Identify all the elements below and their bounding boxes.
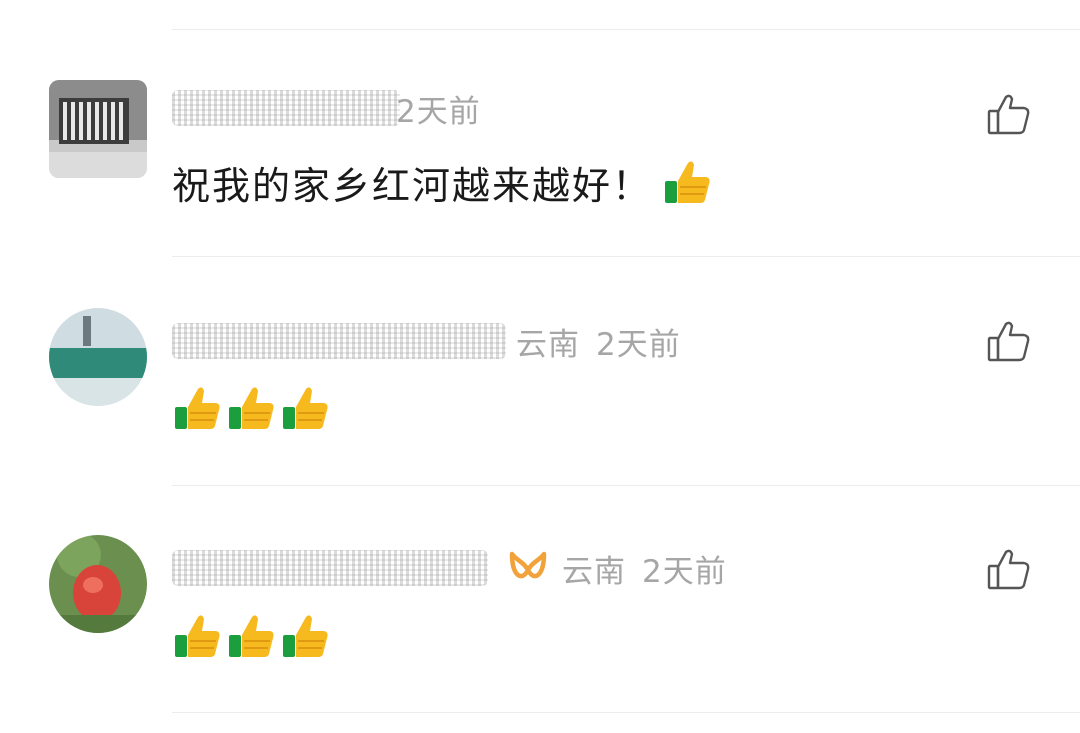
thumbs-up-emoji [280,611,330,661]
username-blurred[interactable] [172,90,400,126]
thumbs-up-outline-icon [987,549,1030,590]
comment-text: 祝我的家乡红河越来越好！ [172,156,716,208]
comment-list: 2天前 祝我的家乡红河越来越好！ 云南 2天前 云南 2天前 [0,0,1080,733]
comment-meta: 云南 2天前 [172,319,681,363]
orange-ribbon-badge-icon [506,546,550,590]
divider [172,712,1080,713]
comment-text-body: 祝我的家乡红河越来越好！ [172,163,653,208]
thumbs-up-emoji [280,383,330,433]
comment-meta: 云南 2天前 [172,546,727,590]
timestamp: 2天前 [642,553,727,590]
thumbs-up-outline-icon [987,321,1030,362]
thumbs-up-outline-icon [987,94,1030,135]
username-blurred[interactable] [172,550,488,586]
avatar[interactable] [49,535,147,633]
username-blurred[interactable] [172,323,506,359]
thumbs-up-emoji [662,157,712,207]
like-button[interactable] [986,319,1032,365]
divider [172,29,1080,30]
thumbs-up-emoji [172,611,222,661]
like-button[interactable] [986,92,1032,138]
thumbs-up-emoji [226,383,276,433]
comment-meta: 2天前 [172,86,481,130]
comment-emojis [172,382,334,434]
avatar[interactable] [49,80,147,178]
location: 云南 [516,326,580,363]
like-button[interactable] [986,547,1032,593]
timestamp: 2天前 [396,93,481,130]
comment-emojis [172,610,334,662]
divider [172,485,1080,486]
divider [172,256,1080,257]
thumbs-up-emoji [226,611,276,661]
location: 云南 [562,553,626,590]
timestamp: 2天前 [596,326,681,363]
avatar[interactable] [49,308,147,406]
thumbs-up-emoji [172,383,222,433]
